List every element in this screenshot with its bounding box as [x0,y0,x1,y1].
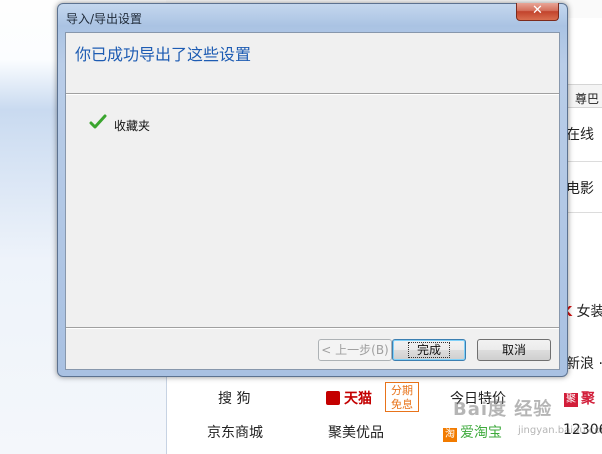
baidu-watermark: Bai度 经验 [453,399,553,420]
header-divider [66,93,559,95]
dialog-header: 你已成功导出了这些设置 [66,33,559,93]
dialog-client-area: 你已成功导出了这些设置 收藏夹 < 上一步(B) 完成 取消 [65,32,560,370]
link-label: 聚美优品 [328,425,384,441]
link-label: 京东商城 [207,425,263,441]
finish-button-label: 完成 [407,342,450,358]
finish-button[interactable]: 完成 [392,339,466,361]
sidebar-item-label: 新浪 · [566,356,602,372]
link-label: 天猫 [344,391,372,407]
close-button[interactable]: ✕ [516,3,559,21]
sidebar-item-zunba[interactable]: 尊巴 [566,84,602,108]
badge-line: 免息 [391,398,413,411]
sidebar-item-label: 女装 [576,304,602,320]
link-aitaobao[interactable]: 淘爱淘宝 [443,422,502,442]
tmall-logo-icon [326,391,340,405]
sidebar-item-label: 在线 [566,127,594,143]
sidebar-item-sina[interactable]: 新浪 · [566,353,602,373]
cancel-button-label: 取消 [501,343,526,357]
import-export-dialog: 导入/导出设置 ✕ 你已成功导出了这些设置 收藏夹 < 上一步(B) 完成 取消 [57,3,568,377]
back-button-label: < 上一步(B) [321,343,389,357]
link-tmall[interactable]: 天猫 [326,388,372,408]
sidebar-item-label: 电影 [566,181,594,197]
green-checkmark-icon [89,114,107,129]
link-label: 搜 狗 [218,391,251,407]
close-icon: ✕ [532,3,543,18]
link-juhuasuan[interactable]: 聚聚 [564,388,595,408]
dialog-title: 导入/导出设置 [66,12,143,26]
sidebar-item-online[interactable]: 在线 [566,124,594,144]
link-sogou[interactable]: 搜 狗 [218,388,250,408]
divider [566,212,602,213]
sidebar-item-label: 尊巴 [575,92,600,106]
cancel-button[interactable]: 取消 [477,339,551,361]
footer-divider [66,327,559,329]
juhuasuan-logo-icon: 聚 [564,393,578,407]
baidu-watermark-url: jingyan.baidu.com [518,425,602,436]
sidebar-item-womenswear[interactable]: K 女装 [562,301,602,321]
back-button[interactable]: < 上一步(B) [318,339,392,361]
sidebar-item-movie[interactable]: 电影 [566,178,594,198]
link-jumei[interactable]: 聚美优品 [328,422,384,442]
installment-badge: 分期 免息 [385,382,419,412]
link-label: 爱淘宝 [460,425,502,441]
exported-item-label: 收藏夹 [114,119,151,133]
badge-line: 分期 [391,384,413,397]
aitaobao-logo-icon: 淘 [443,428,457,442]
link-label: 聚 [581,391,595,407]
link-jd[interactable]: 京东商城 [207,422,263,442]
divider [566,161,602,162]
page-title: 你已成功导出了这些设置 [75,45,252,64]
